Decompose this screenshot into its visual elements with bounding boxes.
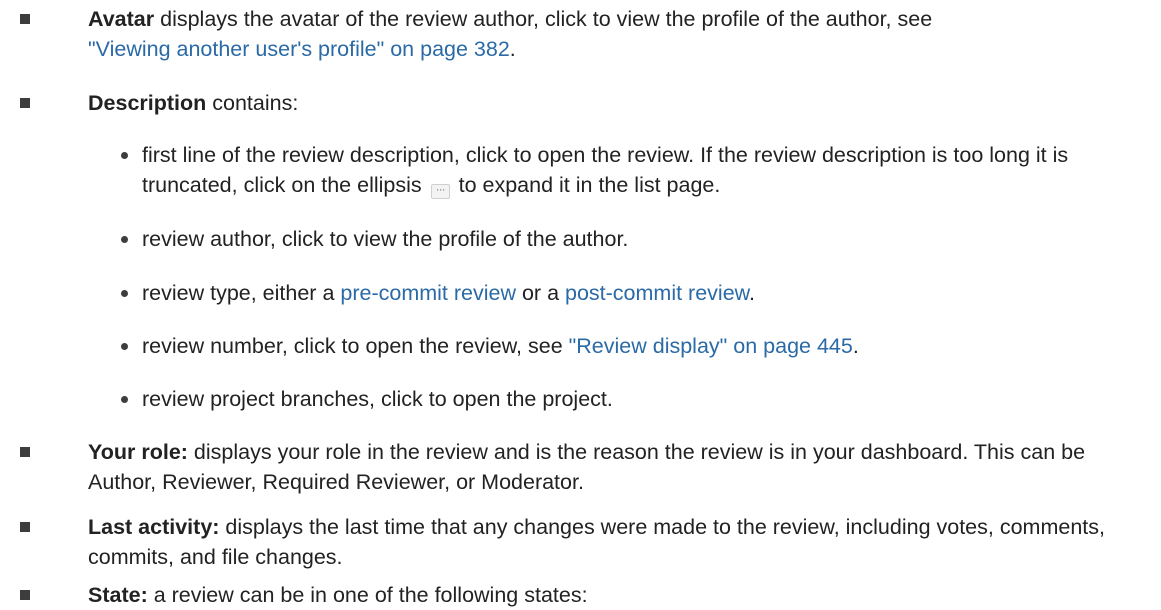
round-bullet-icon xyxy=(121,396,128,403)
link-viewing-profile[interactable]: "Viewing another user's profile" on page… xyxy=(88,37,510,61)
sub-item-type: review type, either a pre-commit review … xyxy=(121,278,1142,308)
sub-item-author: review author, click to view the profile… xyxy=(121,224,1142,254)
link-review-display[interactable]: "Review display" on page 445 xyxy=(569,334,853,358)
square-bullet-icon xyxy=(20,447,30,457)
term-last-activity: Last activity: xyxy=(88,515,220,539)
link-post-commit-review[interactable]: post-commit review xyxy=(565,281,749,305)
list-item-your-role: Your role: displays your role in the rev… xyxy=(20,437,1148,497)
square-bullet-icon xyxy=(20,590,30,600)
ellipsis-icon: ··· xyxy=(430,183,450,199)
round-bullet-icon xyxy=(121,290,128,297)
round-bullet-icon xyxy=(121,152,128,159)
sub-item-branches: review project branches, click to open t… xyxy=(121,384,1142,414)
link-pre-commit-review[interactable]: pre-commit review xyxy=(340,281,516,305)
list-item-description: Description contains: xyxy=(20,88,1148,118)
sub-item-number: review number, click to open the review,… xyxy=(121,331,1142,361)
square-bullet-icon xyxy=(20,14,30,24)
term-description: Description xyxy=(88,91,207,115)
term-your-role: Your role: xyxy=(88,440,188,464)
square-bullet-icon xyxy=(20,522,30,532)
list-item-last-activity: Last activity: displays the last time th… xyxy=(20,512,1148,572)
document-page: Avatar displays the avatar of the review… xyxy=(0,0,1161,607)
list-item-avatar: Avatar displays the avatar of the review… xyxy=(20,4,1148,64)
term-avatar: Avatar xyxy=(88,7,155,31)
avatar-description: displays the avatar of the review author… xyxy=(154,7,933,31)
square-bullet-icon xyxy=(20,98,30,108)
round-bullet-icon xyxy=(121,236,128,243)
list-item-state: State: a review can be in one of the fol… xyxy=(20,580,1148,610)
round-bullet-icon xyxy=(121,343,128,350)
term-state: State: xyxy=(88,583,148,607)
sub-item-first-line: first line of the review description, cl… xyxy=(121,140,1142,200)
